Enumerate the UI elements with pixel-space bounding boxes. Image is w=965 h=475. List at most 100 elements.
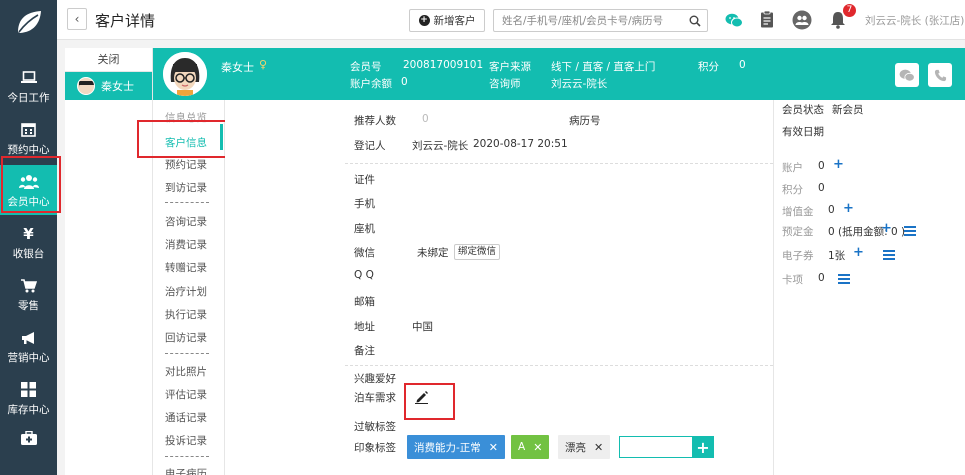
customer-name: 秦女士 (221, 61, 254, 74)
search-input[interactable] (494, 10, 683, 31)
account-value: 0 (818, 160, 825, 172)
close-icon[interactable]: ✕ (594, 441, 603, 454)
balance-value: 0 (401, 76, 408, 88)
avatar (163, 52, 207, 96)
submenu-photos[interactable]: 对比照片 (165, 364, 207, 379)
submenu-calls[interactable]: 通话记录 (165, 410, 207, 425)
referrals-label: 推荐人数 (354, 115, 396, 127)
avatar (77, 77, 95, 95)
nav-today-work[interactable]: 今日工作 (0, 62, 57, 110)
notes-label: 备注 (354, 345, 375, 357)
submenu-followups[interactable]: 回访记录 (165, 330, 207, 345)
coupon-label: 电子券 (782, 250, 814, 262)
nav-label: 库存中心 (7, 403, 50, 416)
submenu-complaints[interactable]: 投诉记录 (165, 433, 207, 448)
chevron-left-icon: ‹ (74, 12, 80, 26)
source-label: 客户来源 (489, 61, 531, 73)
nav-appointment-center[interactable]: 预约中心 (0, 114, 57, 162)
consultant-label: 咨询师 (489, 78, 521, 90)
document-icon[interactable] (757, 9, 779, 31)
user-name[interactable]: 刘云云-院长 (张江店) (865, 13, 964, 28)
female-icon: ♀ (259, 58, 268, 71)
close-tabs-button[interactable]: 关闭 (65, 48, 152, 72)
nav-label: 收银台 (12, 247, 45, 260)
referrals-value: 0 (422, 113, 429, 125)
card-value: 0 (818, 272, 825, 284)
card-list-icon[interactable] (838, 274, 850, 284)
submenu-visits[interactable]: 到访记录 (165, 180, 207, 195)
search-icon[interactable] (683, 15, 707, 27)
phone-label: 手机 (354, 198, 375, 210)
add-deposit-button[interactable]: + (881, 221, 892, 236)
tabs-column: 关闭 秦女士 (65, 48, 153, 475)
coupon-list-icon[interactable] (883, 250, 895, 260)
member-summary-panel: 会员状态 新会员 有效日期 账户 0 + 积分 0 增值金 0 + 预定金 0 … (773, 100, 965, 475)
points-label: 积分 (782, 184, 803, 196)
grid-icon (21, 380, 36, 400)
new-customer-button[interactable]: + 新增客户 (409, 9, 485, 32)
nav-marketing-center[interactable]: 营销中心 (0, 322, 57, 370)
submenu-emr[interactable]: 电子病历 (165, 466, 207, 475)
close-icon[interactable]: ✕ (533, 441, 542, 454)
impression-label: 印象标签 (354, 442, 396, 454)
team-icon[interactable] (791, 9, 813, 31)
nav-cashier[interactable]: ¥ 收银台 (0, 218, 57, 266)
impression-tag: 消费能力-正常 ✕ (407, 435, 506, 459)
submenu-executions[interactable]: 执行记录 (165, 307, 207, 322)
wechat-icon[interactable] (723, 9, 745, 31)
allergy-label: 过敏标签 (354, 421, 396, 433)
id-label: 证件 (354, 174, 375, 186)
registrar-label: 登记人 (354, 140, 386, 152)
back-button[interactable]: ‹ (67, 8, 87, 30)
customer-tab-label: 秦女士 (101, 80, 134, 93)
hobbies-label: 兴趣爱好 (354, 373, 396, 385)
record-no-label: 病历号 (569, 115, 601, 127)
bind-wechat-button[interactable]: 绑定微信 (454, 244, 501, 260)
cart-icon (20, 276, 37, 296)
submenu-treatment-plan[interactable]: 治疗计划 (165, 284, 207, 299)
wechat-status: 未绑定 (417, 247, 449, 259)
deposit-list-icon[interactable] (904, 226, 916, 236)
submenu-consumption[interactable]: 消费记录 (165, 237, 207, 252)
phone-button[interactable] (928, 63, 952, 87)
balance-label: 账户余额 (350, 78, 392, 90)
nav-label: 营销中心 (7, 351, 50, 364)
left-nav: 今日工作 预约中心 会员中心 ¥ 收银台 零售 营销中心 库存中心 (0, 0, 57, 475)
add-stored-value-button[interactable]: + (843, 201, 854, 216)
nav-label: 零售 (18, 299, 39, 312)
submenu-consultations[interactable]: 咨询记录 (165, 214, 207, 229)
new-tag-input[interactable] (619, 436, 693, 458)
submenu-appointments[interactable]: 预约记录 (165, 157, 207, 172)
stored-value-label: 增值金 (782, 206, 814, 218)
impression-tag: 漂亮 ✕ (558, 435, 611, 459)
customer-tab[interactable]: 秦女士 (65, 72, 152, 100)
search-box (493, 9, 708, 32)
nav-medical[interactable] (0, 424, 57, 454)
deposit-value: 0 (抵用金额: 0 ) (828, 226, 906, 238)
submenu-transfers[interactable]: 转赠记录 (165, 260, 207, 275)
registered-at: 2020-08-17 20:51 (473, 138, 568, 150)
plus-circle-icon: + (418, 15, 430, 26)
account-label: 账户 (782, 162, 803, 174)
tag-label: 漂亮 (565, 441, 586, 454)
points-value: 0 (739, 59, 746, 71)
customer-info-form: 推荐人数 0 病历号 登记人 刘云云-院长 2020-08-17 20:51 证… (225, 100, 773, 475)
card-label: 卡项 (782, 274, 803, 286)
submenu-evaluations[interactable]: 评估记录 (165, 387, 207, 402)
submenu-divider (165, 353, 209, 354)
nav-retail[interactable]: 零售 (0, 270, 57, 318)
wechat-button[interactable] (895, 63, 919, 87)
add-tag-button[interactable]: + (692, 436, 714, 458)
highlight-box-parking-edit (404, 383, 455, 420)
nav-inventory-center[interactable]: 库存中心 (0, 374, 57, 422)
deposit-label: 预定金 (782, 226, 814, 238)
highlight-box-customer-info (137, 120, 236, 158)
add-account-button[interactable]: + (833, 157, 844, 172)
source-value: 线下 / 直客 / 直客上门 (551, 61, 656, 73)
add-coupon-button[interactable]: + (853, 245, 864, 260)
close-icon[interactable]: ✕ (489, 441, 498, 454)
logo[interactable] (0, 0, 57, 44)
top-header: ‹ 客户详情 + 新增客户 7 刘云云-院长 (张江店) (57, 0, 965, 40)
plus-icon: + (696, 437, 710, 457)
registrar-value: 刘云云-院长 (412, 140, 469, 152)
